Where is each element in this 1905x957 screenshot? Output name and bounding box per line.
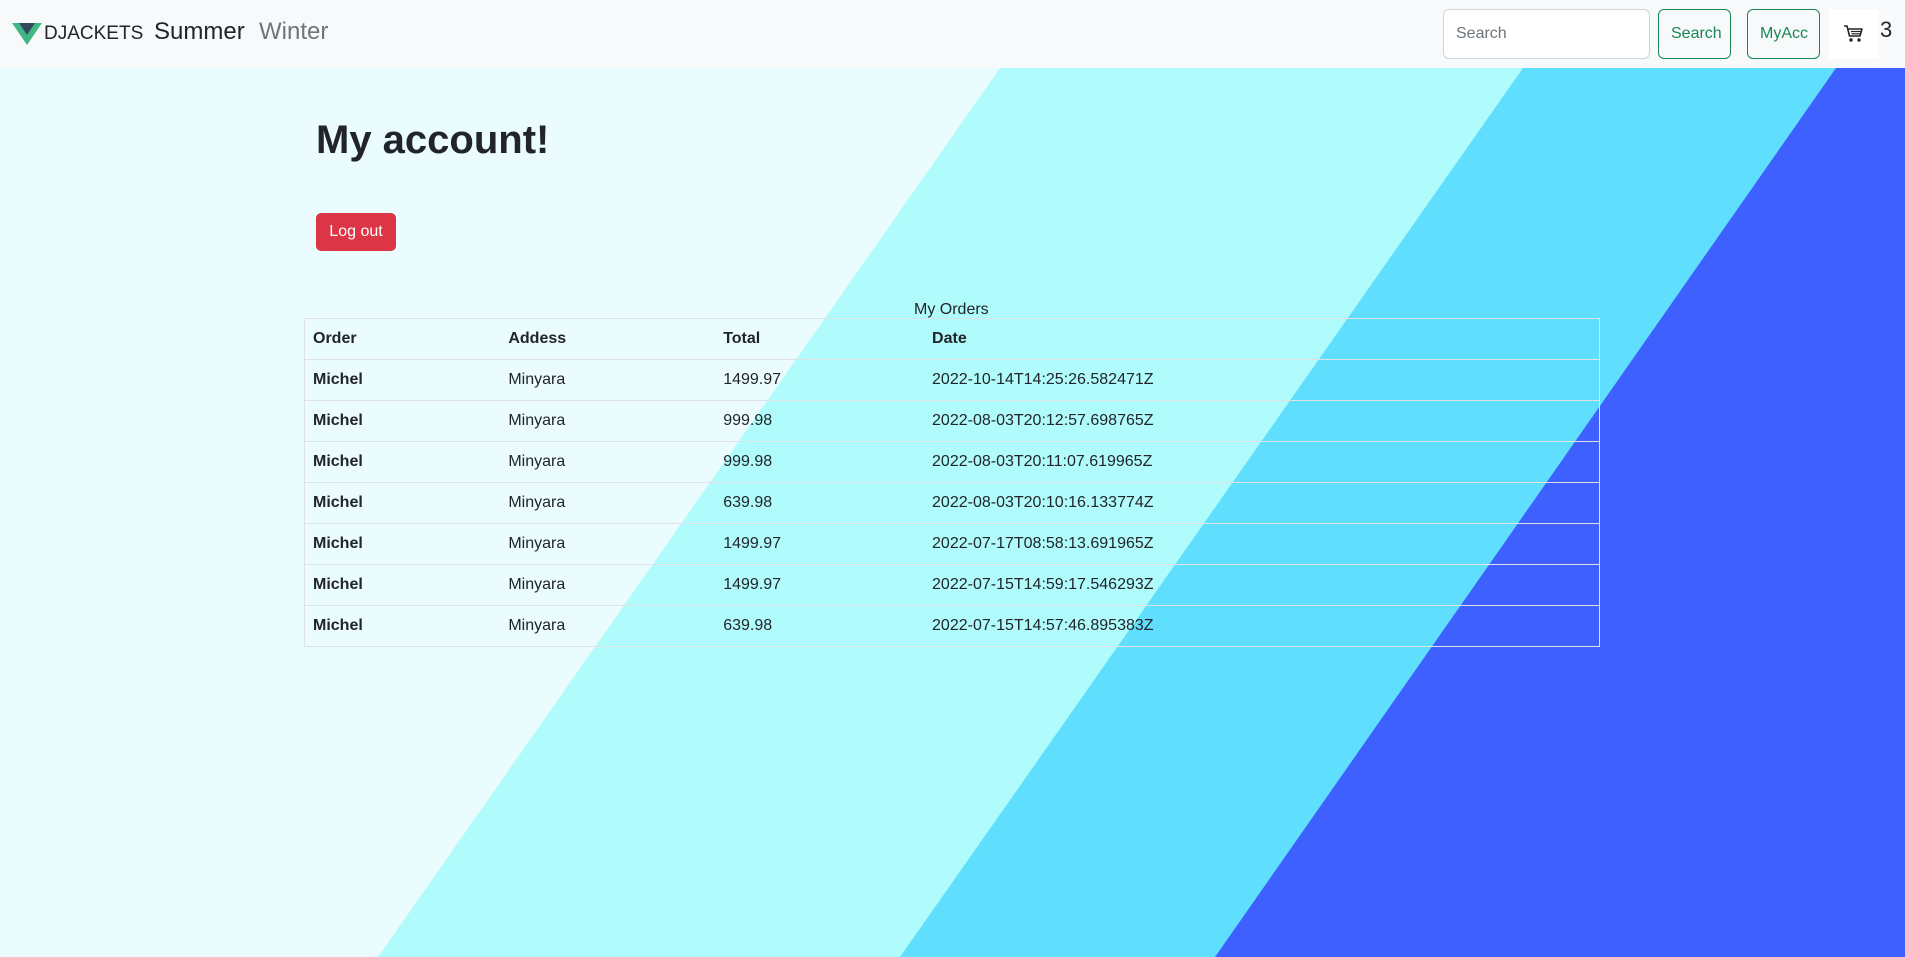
date-cell: 2022-08-03T20:10:16.133774Z: [924, 482, 1600, 524]
table-row: Michel Minyara 1499.97 2022-10-14T14:25:…: [304, 359, 1600, 401]
orders-heading: My Orders: [914, 301, 989, 318]
date-cell: 2022-08-03T20:11:07.619965Z: [924, 441, 1600, 483]
order-cell: Michel: [304, 359, 501, 401]
table-row: Michel Minyara 999.98 2022-08-03T20:11:0…: [304, 441, 1600, 483]
table-row: Michel Minyara 639.98 2022-07-15T14:57:4…: [304, 605, 1600, 647]
column-header-address: Addess: [500, 318, 716, 360]
table-row: Michel Minyara 1499.97 2022-07-17T08:58:…: [304, 523, 1600, 565]
address-cell: Minyara: [500, 359, 716, 401]
my-account-button[interactable]: MyAcc: [1747, 9, 1820, 59]
date-cell: 2022-10-14T14:25:26.582471Z: [924, 359, 1600, 401]
address-cell: Minyara: [500, 564, 716, 606]
table-row: Michel Minyara 639.98 2022-08-03T20:10:1…: [304, 482, 1600, 524]
address-cell: Minyara: [500, 523, 716, 565]
top-navbar: DJACKETS Summer Winter Search MyAcc 3: [0, 0, 1905, 68]
date-cell: 2022-07-17T08:58:13.691965Z: [924, 523, 1600, 565]
order-cell: Michel: [304, 605, 501, 647]
address-cell: Minyara: [500, 605, 716, 647]
total-cell: 999.98: [715, 441, 925, 483]
total-cell: 639.98: [715, 605, 925, 647]
brand-logo-icon: [12, 23, 42, 45]
total-cell: 999.98: [715, 400, 925, 442]
order-cell: Michel: [304, 441, 501, 483]
brand-logo-link[interactable]: DJACKETS: [12, 18, 143, 50]
total-cell: 639.98: [715, 482, 925, 524]
orders-table: Order Addess Total Date Michel Minyara 1…: [304, 318, 1600, 647]
address-cell: Minyara: [500, 482, 716, 524]
table-row: Michel Minyara 999.98 2022-08-03T20:12:5…: [304, 400, 1600, 442]
cart-icon: [1844, 25, 1863, 42]
date-cell: 2022-08-03T20:12:57.698765Z: [924, 400, 1600, 442]
nav-link-winter[interactable]: Winter: [259, 18, 328, 46]
nav-link-summer[interactable]: Summer: [154, 18, 245, 46]
column-header-order: Order: [304, 318, 501, 360]
search-input[interactable]: [1443, 9, 1650, 59]
page-title: My account!: [316, 118, 550, 162]
order-cell: Michel: [304, 523, 501, 565]
date-cell: 2022-07-15T14:59:17.546293Z: [924, 564, 1600, 606]
total-cell: 1499.97: [715, 564, 925, 606]
logout-button[interactable]: Log out: [316, 213, 396, 251]
order-cell: Michel: [304, 400, 501, 442]
cart-count-badge: 3: [1880, 17, 1893, 42]
order-cell: Michel: [304, 564, 501, 606]
date-cell: 2022-07-15T14:57:46.895383Z: [924, 605, 1600, 647]
table-header-row: Order Addess Total Date: [304, 318, 1600, 360]
address-cell: Minyara: [500, 441, 716, 483]
table-row: Michel Minyara 1499.97 2022-07-15T14:59:…: [304, 564, 1600, 606]
total-cell: 1499.97: [715, 359, 925, 401]
brand-name: DJACKETS: [44, 23, 144, 44]
column-header-date: Date: [924, 318, 1600, 360]
address-cell: Minyara: [500, 400, 716, 442]
order-cell: Michel: [304, 482, 501, 524]
column-header-total: Total: [715, 318, 925, 360]
cart-button[interactable]: [1829, 9, 1879, 59]
total-cell: 1499.97: [715, 523, 925, 565]
search-button[interactable]: Search: [1658, 9, 1731, 59]
